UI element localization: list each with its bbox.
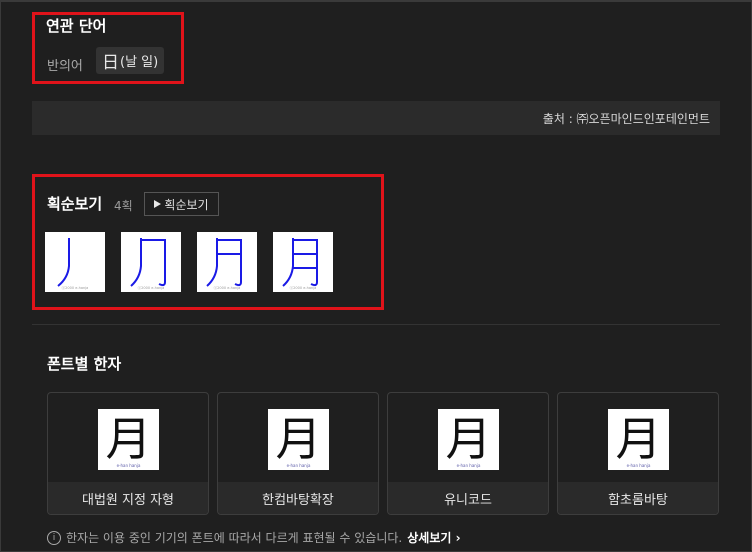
font-notice: i 한자는 이용 중인 기기의 폰트에 따라서 다르게 표현될 수 있습니다. … xyxy=(47,529,461,546)
stroke-frame-1: ⓒ2000 e-hanja xyxy=(45,232,105,292)
font-name: 한컴바탕확장 xyxy=(218,482,378,514)
font-name: 함초롬바탕 xyxy=(558,482,718,514)
font-name: 대법원 지정 자형 xyxy=(48,482,208,514)
glyph-watermark: e-han hanja xyxy=(287,463,311,468)
antonym-hanja: 日 xyxy=(102,53,119,73)
glyph-character: 月 xyxy=(106,412,152,466)
play-stroke-order-button[interactable]: 획순보기 xyxy=(144,192,219,216)
font-card-1[interactable]: 月 e-han hanja 대법원 지정 자형 xyxy=(47,392,209,515)
glyph-character: 月 xyxy=(276,412,322,466)
font-card-4[interactable]: 月 e-han hanja 함초롬바탕 xyxy=(557,392,719,515)
font-glyph-2: 月 e-han hanja xyxy=(268,409,329,470)
info-icon: i xyxy=(47,530,61,545)
glyph-watermark: e-han hanja xyxy=(117,463,141,468)
font-section-title: 폰트별 한자 xyxy=(47,355,122,373)
detail-link[interactable]: 상세보기 › xyxy=(407,529,460,546)
font-card-3[interactable]: 月 e-han hanja 유니코드 xyxy=(387,392,549,515)
font-glyph-1: 月 e-han hanja xyxy=(98,409,159,470)
source-bar: 출처 : ㈜오픈마인드인포테인먼트 xyxy=(32,101,720,135)
stroke-watermark: ⓒ2000 e-hanja xyxy=(290,285,317,290)
source-text: 출처 : ㈜오픈마인드인포테인먼트 xyxy=(542,111,710,126)
glyph-character: 月 xyxy=(446,412,492,466)
play-icon xyxy=(154,200,162,208)
glyph-watermark: e-han hanja xyxy=(457,463,481,468)
stroke-count: 4획 xyxy=(114,199,133,213)
antonym-chip[interactable]: 日 (날 일) xyxy=(96,47,165,74)
related-title: 연관 단어 xyxy=(46,17,107,35)
font-glyph-4: 月 e-han hanja xyxy=(608,409,669,470)
stroke-frame-3: ⓒ2000 e-hanja xyxy=(197,232,257,292)
font-glyph-3: 月 e-han hanja xyxy=(438,409,499,470)
stroke-watermark: ⓒ2000 e-hanja xyxy=(62,285,89,290)
stroke-watermark: ⓒ2000 e-hanja xyxy=(214,285,241,290)
stroke-order-title: 획순보기 xyxy=(47,195,103,213)
stroke-watermark: ⓒ2000 e-hanja xyxy=(138,285,165,290)
antonym-label: 반의어 xyxy=(47,59,83,74)
font-card-2[interactable]: 月 e-han hanja 한컴바탕확장 xyxy=(217,392,379,515)
antonym-meaning: (날 일) xyxy=(120,55,159,70)
glyph-watermark: e-han hanja xyxy=(627,463,651,468)
font-name: 유니코드 xyxy=(388,482,548,514)
section-divider xyxy=(32,324,720,325)
stroke-frame-4: ⓒ2000 e-hanja xyxy=(273,232,333,292)
glyph-character: 月 xyxy=(616,412,662,466)
stroke-frame-2: ⓒ2000 e-hanja xyxy=(121,232,181,292)
stroke-button-label: 획순보기 xyxy=(164,197,209,212)
notice-text: 한자는 이용 중인 기기의 폰트에 따라서 다르게 표현될 수 있습니다. xyxy=(66,531,403,545)
